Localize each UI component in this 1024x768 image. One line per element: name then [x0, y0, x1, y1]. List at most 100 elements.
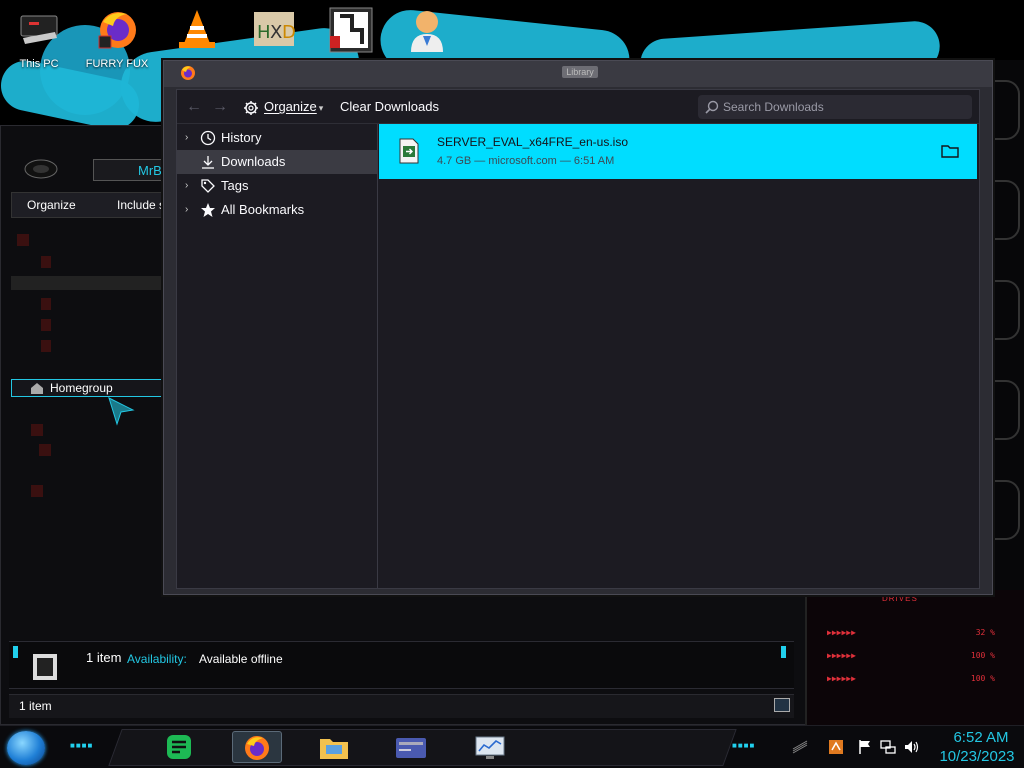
desktop-icon-app[interactable]: [312, 6, 388, 58]
star-icon: [201, 203, 215, 217]
library-sidebar: › History Downloads › Tags › All Bookmar…: [177, 124, 378, 588]
tree-item[interactable]: [31, 485, 43, 497]
tree-item[interactable]: [17, 234, 29, 246]
desktop-icon-hxd[interactable]: HXD: [236, 6, 312, 58]
volume-icon[interactable]: [904, 739, 920, 755]
desktop-icon-label: This PC: [19, 58, 59, 70]
hud-row: ▶▶▶▶▶▶ 100 %: [827, 651, 995, 660]
desktop-icon-vlc[interactable]: [159, 6, 235, 58]
right-frame-decoration: [990, 60, 1024, 590]
explorer-logo-icon: [24, 159, 58, 179]
hud-row-value: 100 %: [970, 651, 995, 660]
explorer-include-button[interactable]: Include s: [117, 198, 165, 212]
view-toggle-icon[interactable]: [774, 698, 790, 712]
chevron-right-icon: ›: [185, 180, 189, 191]
organize-button[interactable]: Organize ▾: [243, 96, 323, 118]
firefox-icon: [245, 736, 269, 760]
frame-accent: [994, 180, 1020, 240]
frame-accent: [994, 280, 1020, 340]
back-button[interactable]: ←: [183, 96, 205, 118]
sidebar-item-label: Tags: [221, 178, 249, 193]
search-icon: [705, 100, 719, 114]
flag-icon[interactable]: [857, 739, 873, 755]
desktop: This PC FURRY FUX HXD MrB Organize Inclu…: [0, 0, 1024, 768]
arrow-right-icon: →: [212, 98, 228, 115]
taskbar-accent: ■■■■: [732, 741, 756, 750]
hud-row: ▶▶▶▶▶▶ 32 %: [827, 628, 995, 637]
tree-item[interactable]: [31, 424, 43, 436]
tree-item[interactable]: [41, 298, 51, 310]
details-availability-value: Available offline: [199, 652, 283, 666]
app-tray-icon[interactable]: [828, 739, 844, 755]
sidebar-item-all-bookmarks[interactable]: › All Bookmarks: [177, 198, 377, 222]
details-availability-label: Availability:: [127, 652, 187, 666]
explorer-organize-button[interactable]: Organize: [27, 198, 76, 212]
explorer-status-bar: 1 item: [9, 694, 794, 718]
drives-hud-widget: DRIVES ▶▶▶▶▶▶ 32 % ▶▶▶▶▶▶ 100 % ▶▶▶▶▶▶ 100 …: [805, 590, 1024, 725]
download-item[interactable]: SERVER_EVAL_x64FRE_en-us.iso 4.7 GB — mi…: [379, 124, 977, 179]
hxd-icon: HXD: [254, 12, 296, 46]
search-downloads-input[interactable]: Search Downloads: [698, 95, 972, 119]
clock-date[interactable]: 10/23/2023: [930, 748, 1024, 765]
library-body: ← → Organize ▾ Clear Downloads Search Dow…: [176, 89, 980, 589]
sidebar-item-downloads[interactable]: Downloads: [177, 150, 377, 174]
taskbar-app-card[interactable]: [387, 731, 437, 763]
frame-accent: [994, 380, 1020, 440]
explorer-toolbar: Organize Include s: [11, 192, 171, 218]
clock-time[interactable]: 6:52 AM: [938, 729, 1024, 746]
taskbar-app-file-explorer[interactable]: [310, 731, 360, 763]
sidebar-item-history[interactable]: › History: [177, 126, 377, 150]
cursor-icon: [108, 397, 135, 426]
downloads-list: SERVER_EVAL_x64FRE_en-us.iso 4.7 GB — mi…: [379, 124, 979, 588]
tree-item[interactable]: [41, 256, 51, 268]
explorer-details-pane: 1 item Availability: Available offline: [9, 641, 794, 689]
chevron-right-icon: ›: [185, 204, 189, 215]
desktop-icon-firefox[interactable]: FURRY FUX: [79, 6, 155, 70]
taskbar-app-monitor[interactable]: [466, 731, 516, 763]
taskbar-app-firefox[interactable]: [232, 731, 282, 763]
sidebar-item-label: History: [221, 130, 262, 145]
frame-accent: [994, 480, 1020, 540]
tree-item[interactable]: [39, 444, 51, 456]
explorer-homegroup-item[interactable]: Homegroup: [11, 379, 163, 397]
card-icon: [396, 738, 426, 758]
gear-icon: [244, 100, 258, 115]
status-text: 1 item: [19, 699, 52, 713]
arrow-left-icon: ←: [186, 98, 202, 115]
desktop-icon-avatar[interactable]: [389, 6, 465, 58]
show-desktop-icon[interactable]: [792, 739, 808, 755]
iso-file-icon: [399, 138, 419, 164]
taskbar: ■■■■ ■■■■ 6:52 AM 10/23/2023: [0, 725, 1024, 768]
sidebar-item-tags[interactable]: › Tags: [177, 174, 377, 198]
tree-item[interactable]: [41, 319, 51, 331]
app-tile-icon: [329, 7, 373, 53]
desktop-icon-label: FURRY FUX: [85, 58, 149, 70]
frame-accent: [781, 646, 786, 658]
sidebar-item-label: Downloads: [221, 154, 286, 169]
tree-item[interactable]: [41, 340, 51, 352]
homegroup-label: Homegroup: [50, 381, 113, 395]
taskbar-app-notes[interactable]: [155, 731, 205, 763]
computer-icon: [20, 15, 58, 44]
library-toolbar: ← → Organize ▾ Clear Downloads Search Dow…: [177, 90, 979, 124]
library-titlebar[interactable]: Library: [164, 61, 992, 87]
download-icon: [202, 156, 214, 169]
doctor-avatar-icon: [411, 11, 443, 52]
tree-item-selected[interactable]: [11, 276, 161, 290]
taskbar-accent: ■■■■: [70, 741, 94, 750]
explorer-address-bar[interactable]: MrB: [93, 159, 173, 181]
folder-icon[interactable]: [941, 143, 959, 159]
homegroup-icon: [31, 383, 43, 394]
download-meta: 4.7 GB — microsoft.com — 6:51 AM: [437, 155, 615, 167]
network-icon[interactable]: [880, 739, 896, 755]
file-explorer-icon: [320, 739, 348, 759]
vlc-icon: [179, 10, 215, 48]
frame-accent: [994, 80, 1020, 140]
chevron-right-icon: ›: [185, 132, 189, 143]
clear-downloads-button[interactable]: Clear Downloads: [340, 96, 439, 118]
details-count: 1 item: [86, 650, 122, 665]
forward-button[interactable]: →: [209, 96, 231, 118]
start-button[interactable]: [7, 731, 45, 765]
svg-text:H: H: [257, 22, 271, 43]
desktop-icon-this-pc[interactable]: This PC: [1, 6, 77, 70]
